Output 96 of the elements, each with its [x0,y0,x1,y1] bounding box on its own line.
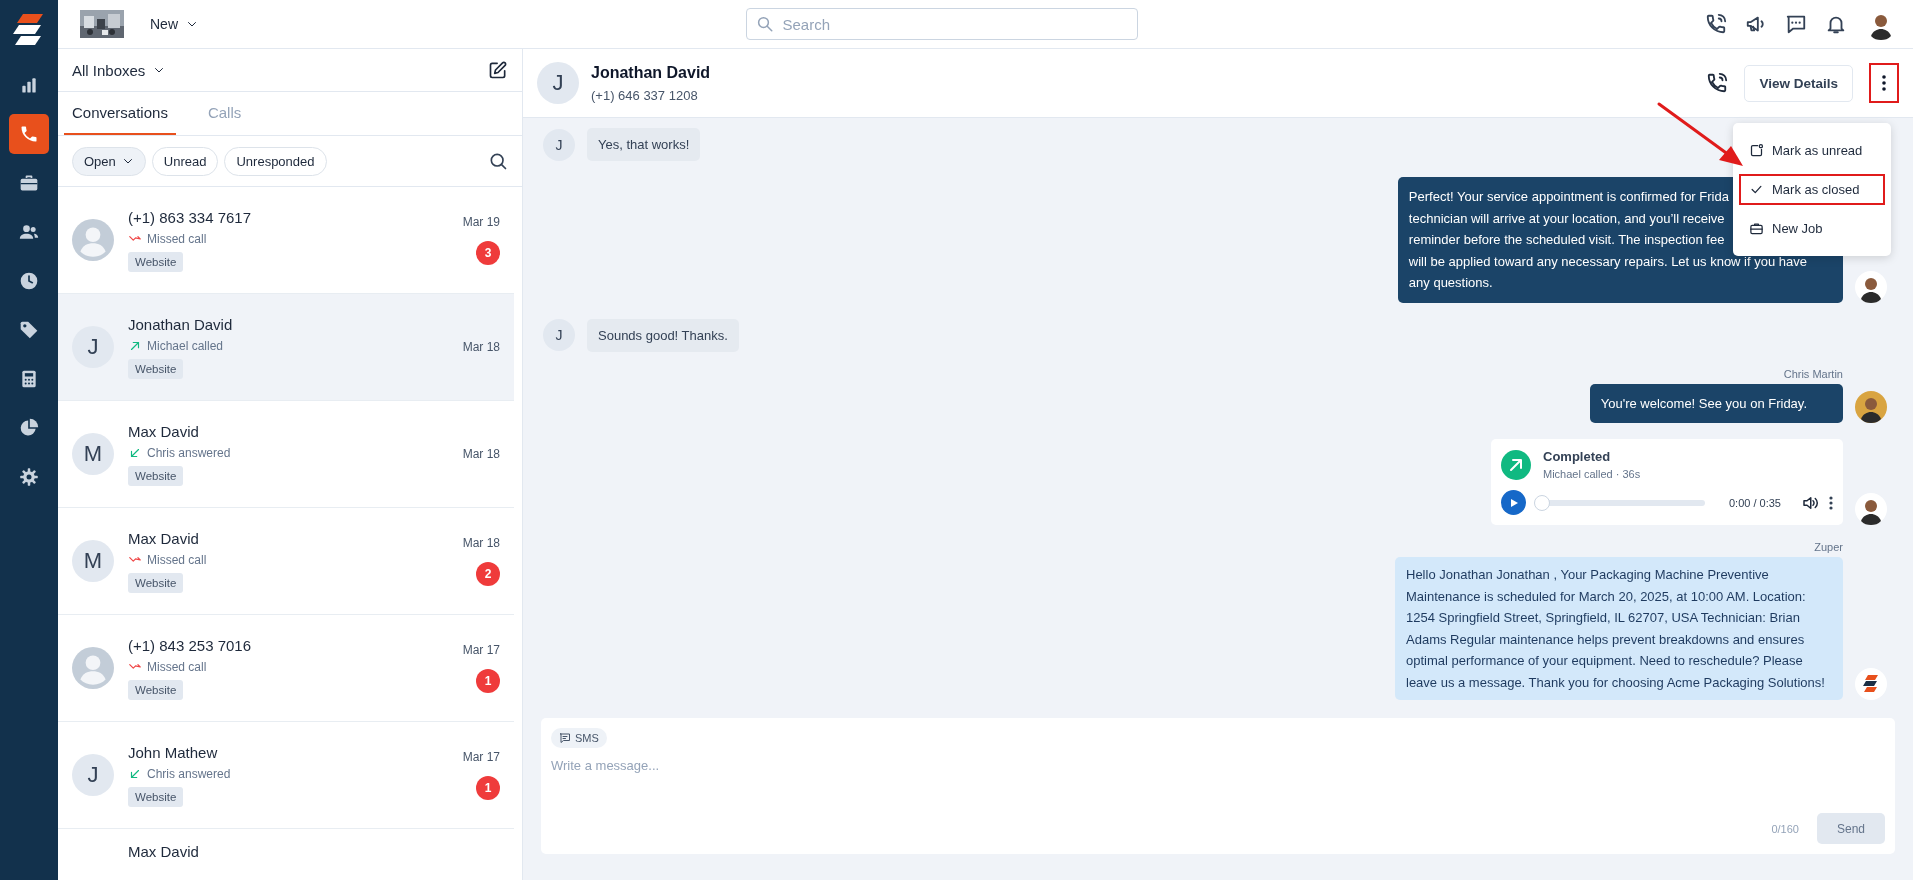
message-text: will be applied toward any necessary repairs. Let us know if you have [1408,252,1807,271]
send-button[interactable]: Send [1816,813,1885,844]
user-avatar [1855,270,1887,303]
play-button[interactable] [1501,490,1526,515]
contact-name: (+1) 843 253 7016 [128,636,252,654]
search-field[interactable]: Search [745,8,1138,40]
user-avatar [1855,391,1887,423]
new-button[interactable]: New [146,12,202,36]
view-details-button[interactable]: View Details [1744,64,1853,102]
nav-item[interactable] [9,114,49,154]
date: Mar 18 [462,536,500,550]
call-status: Missed call [147,231,207,246]
message-bubble: Yes, that works! [587,128,701,161]
unread-badge: 1 [476,669,500,693]
call-status: Missed call [147,552,207,567]
phone-call-icon[interactable] [1705,13,1727,35]
message-bubble: Sounds good! Thanks. [587,318,739,352]
date: Mar 17 [462,750,500,764]
date: Mar 18 [462,340,500,354]
chat-icon[interactable] [1785,13,1807,35]
message-text: technician will arrive at your location, and you’ll receive [1408,209,1725,228]
date: Mar 17 [462,643,500,657]
contact-name: John Mathew [128,743,218,761]
logo-icon [1855,668,1887,700]
message-text: reminder before the scheduled visit. The inspection fee [1408,231,1725,249]
pie-chart-icon [19,418,39,438]
filter-chip[interactable]: Unresponded [224,146,327,176]
call-status: Michael called [147,338,224,353]
contact-name: (+1) 863 334 7617 [128,208,252,226]
more-button[interactable] [1869,63,1899,103]
contact-name: Max David [128,422,199,440]
mark-unread-icon [1749,143,1764,158]
source-tag: Website [128,572,184,593]
sender-name: Zuper [1814,541,1843,553]
source-tag: Website [128,679,184,700]
settings-icon [19,467,39,487]
avatar: J [72,754,114,796]
channel-chip[interactable]: SMS [551,728,607,748]
message-text: Perfect! Your service appointment is confirmed for Frida [1408,188,1729,206]
contact-name: Max David [128,843,199,860]
playback-time: 0:00 / 0:35 [1729,496,1781,509]
avatar: M [72,540,114,582]
tag-icon [19,320,39,340]
play-icon [1508,497,1519,508]
call-status: Chris answered [147,445,231,460]
tab[interactable]: Conversations [64,92,176,135]
source-tag: Website [128,786,184,807]
compose-icon[interactable] [488,60,508,80]
unread-badge: 1 [476,776,500,800]
bar-chart-icon [19,75,39,95]
unread-badge: 2 [476,562,500,586]
status-dropdown[interactable]: Open [72,146,146,176]
call-status: Chris answered [147,766,231,781]
phone-number: (+1) 646 337 1208 [591,87,699,103]
unread-badge: 3 [476,241,500,265]
avatar: J [537,62,579,104]
message-bubble: Hello Jonathan Jonathan , Your Packaging Machine Preventive Maintenance is scheduled for March 20, 2025, at 10:00 AM. Location: 1254 Springfield Street, Springfield, IL 62707, USA Technician: Brian Adams Regular maintenance helps prevent breakdowns and ensures optimal performance of your equipment. Need to reschedule? Please leave us a message. Thank you for choosing Acme Packaging Solutions! [1395,557,1843,700]
source-tag: Website [128,251,184,272]
search-icon[interactable] [488,151,508,171]
briefcase-icon [19,173,39,193]
call-status: Missed call [147,659,207,674]
date: Mar 18 [462,447,500,461]
avatar: J [72,326,114,368]
phone-icon [19,124,39,144]
calculator-icon [19,369,39,389]
briefcase-icon [1749,221,1764,236]
people-icon [19,222,39,242]
avatar-icon [72,647,114,689]
kebab-icon [1882,75,1886,91]
phone-call-icon[interactable] [1706,72,1729,94]
kebab-icon[interactable] [1829,495,1833,510]
message-text: any questions. [1408,274,1493,292]
contact-name: Jonathan David [128,315,233,333]
call-status: Completed [1543,449,1612,464]
avatar-icon [72,219,114,261]
source-tag: Website [128,465,184,486]
outgoing-call-icon [1501,449,1531,480]
source-tag: Website [128,358,184,379]
avatar: J [543,128,575,161]
message-text: You're welcome! See you on Friday. [1600,394,1807,413]
progress-thumb[interactable] [1534,494,1550,511]
filter-chip[interactable]: Unread [151,146,219,176]
contact-name: Max David [128,529,199,547]
character-counter: 0/160 [1771,822,1799,835]
sender-name: Chris Martin [1783,367,1843,380]
conversation-item[interactable]: J Jonathan David Michael called Website Mar 18 [58,294,514,401]
call-detail: Michael called · 36s [1543,468,1641,480]
avatar: M [72,433,114,475]
avatar: J [543,319,575,351]
menu-item[interactable]: Mark as closed [1739,174,1885,205]
inbox-selector[interactable]: All Inboxes [72,61,166,79]
contact-name: Jonathan David [591,63,711,82]
clock-icon [19,271,39,291]
message-icon [559,732,571,744]
user-avatar [1855,493,1887,525]
date: Mar 19 [462,215,500,229]
